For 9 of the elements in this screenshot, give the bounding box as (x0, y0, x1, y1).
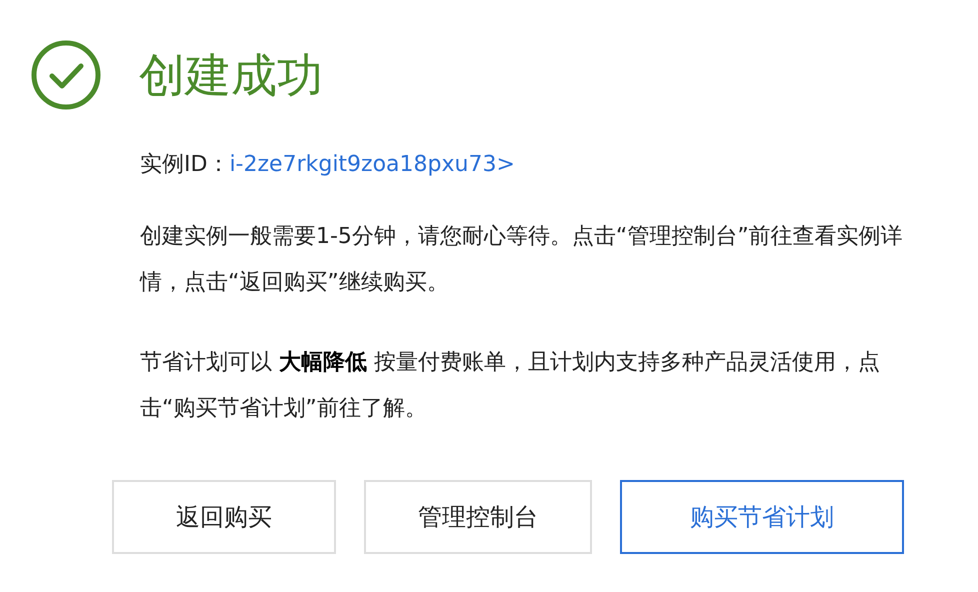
success-check-icon (31, 40, 101, 110)
action-button[interactable]: 管理控制台 (364, 480, 592, 554)
page-title: 创建成功 (139, 47, 323, 104)
instance-id-label: 实例ID： (140, 152, 230, 177)
info-paragraph: 创建实例一般需要1-5分钟，请您耐心等待。点击“管理控制台”前往查看实例详情，点击“返回购买”继续购买。 (140, 223, 904, 297)
action-button[interactable]: 返回购买 (112, 480, 336, 554)
instance-id-link[interactable]: i-2ze7rkgit9zoa18pxu73> (229, 152, 515, 177)
action-button[interactable]: 购买节省计划 (620, 480, 904, 554)
info-paragraph: 节省计划可以 大幅降低 按量付费账单，且计划内支持多种产品灵活使用，点击“购买节省计划”前往了解。 (140, 349, 881, 423)
